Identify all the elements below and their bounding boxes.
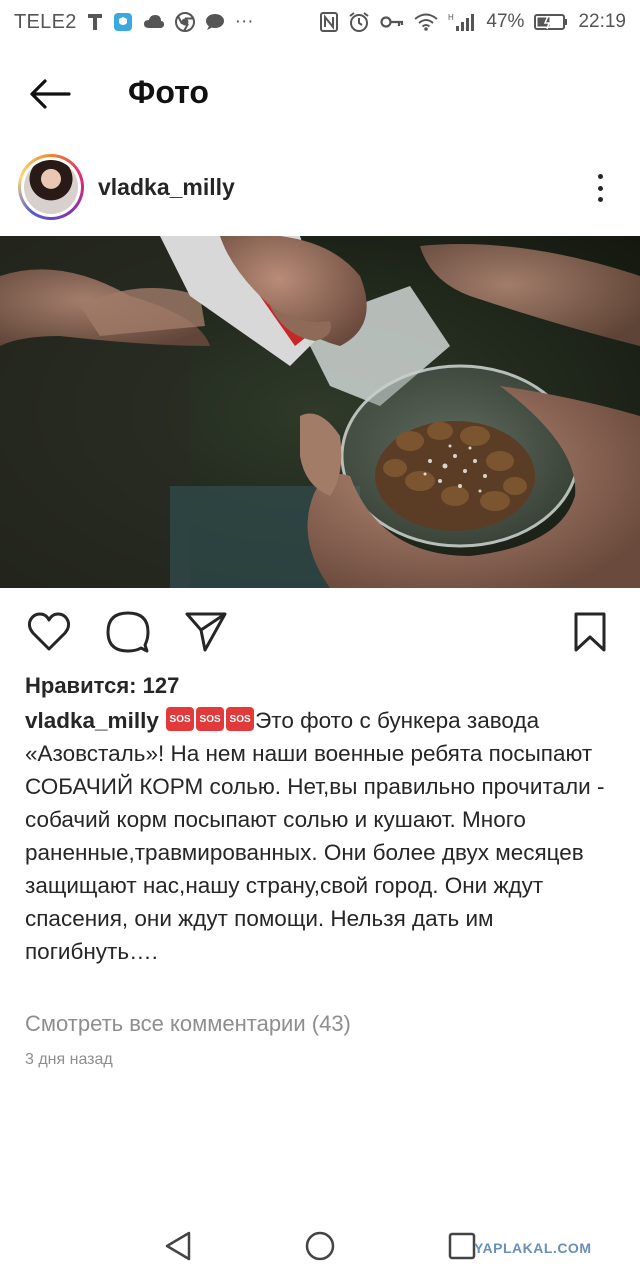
nav-home-icon bbox=[305, 1231, 335, 1261]
avatar-image bbox=[24, 160, 78, 214]
svg-text:H: H bbox=[448, 13, 454, 22]
comment-icon bbox=[106, 611, 150, 653]
bookmark-button[interactable] bbox=[568, 610, 612, 654]
chat-icon bbox=[205, 13, 225, 31]
cloud-icon bbox=[143, 14, 165, 30]
send-icon bbox=[185, 612, 227, 652]
view-comments-link[interactable]: Смотреть все комментарии (43) bbox=[25, 1011, 351, 1037]
watermark: YAPLAKAL.COM bbox=[474, 1240, 592, 1256]
alarm-icon bbox=[348, 11, 370, 33]
back-button[interactable] bbox=[28, 76, 72, 112]
caption-text: Это фото с бункера завода «Азовсталь»! Н… bbox=[25, 708, 605, 964]
nav-recents-icon bbox=[448, 1232, 476, 1260]
post-timestamp: 3 дня назад bbox=[25, 1051, 113, 1068]
shield-app-icon bbox=[113, 12, 133, 32]
battery-icon bbox=[534, 13, 568, 31]
key-icon bbox=[380, 15, 404, 29]
sos-emoji-icon bbox=[226, 707, 255, 731]
back-arrow-icon bbox=[30, 79, 71, 109]
status-right: H 47% 22:19 bbox=[320, 11, 626, 33]
post-header: vladka_milly bbox=[0, 152, 640, 224]
more-notifications-icon: ··· bbox=[234, 11, 254, 32]
chrome-icon bbox=[174, 12, 195, 32]
avatar[interactable] bbox=[18, 154, 84, 220]
action-bar bbox=[0, 604, 640, 656]
wifi-icon bbox=[414, 13, 439, 31]
post-username[interactable]: vladka_milly bbox=[98, 174, 235, 201]
sos-emoji-icon bbox=[196, 707, 225, 731]
post-caption: vladka_milly Это фото с бункера завода «… bbox=[25, 704, 605, 968]
carrier-label: TELE2 bbox=[14, 10, 77, 33]
system-nav-bar: YAPLAKAL.COM bbox=[0, 1210, 640, 1280]
like-button[interactable] bbox=[27, 610, 71, 654]
status-left: TELE2 ··· bbox=[14, 11, 254, 34]
more-options-button[interactable] bbox=[584, 170, 616, 206]
share-button[interactable] bbox=[184, 610, 228, 654]
clock: 22:19 bbox=[578, 11, 626, 32]
signal-icon: H bbox=[448, 12, 476, 32]
nav-home-button[interactable] bbox=[298, 1224, 342, 1268]
nfc-icon bbox=[320, 12, 339, 32]
caption-username[interactable]: vladka_milly bbox=[25, 708, 159, 733]
bookmark-icon bbox=[574, 612, 606, 652]
t-icon bbox=[87, 13, 103, 31]
nav-back-button[interactable] bbox=[156, 1224, 200, 1268]
heart-icon bbox=[27, 612, 71, 651]
comment-button[interactable] bbox=[106, 610, 150, 654]
status-bar: TELE2 ··· H 47% 22:19 bbox=[0, 0, 640, 44]
page-title: Фото bbox=[128, 74, 209, 110]
more-vertical-icon bbox=[597, 174, 603, 179]
post-photo[interactable] bbox=[0, 236, 640, 588]
nav-back-icon bbox=[165, 1231, 191, 1261]
likes-count[interactable]: Нравится: 127 bbox=[25, 673, 179, 699]
photo-image bbox=[0, 236, 640, 588]
sos-emoji-icon bbox=[166, 707, 195, 731]
battery-percent: 47% bbox=[486, 11, 525, 32]
app-header: Фото bbox=[0, 56, 640, 132]
